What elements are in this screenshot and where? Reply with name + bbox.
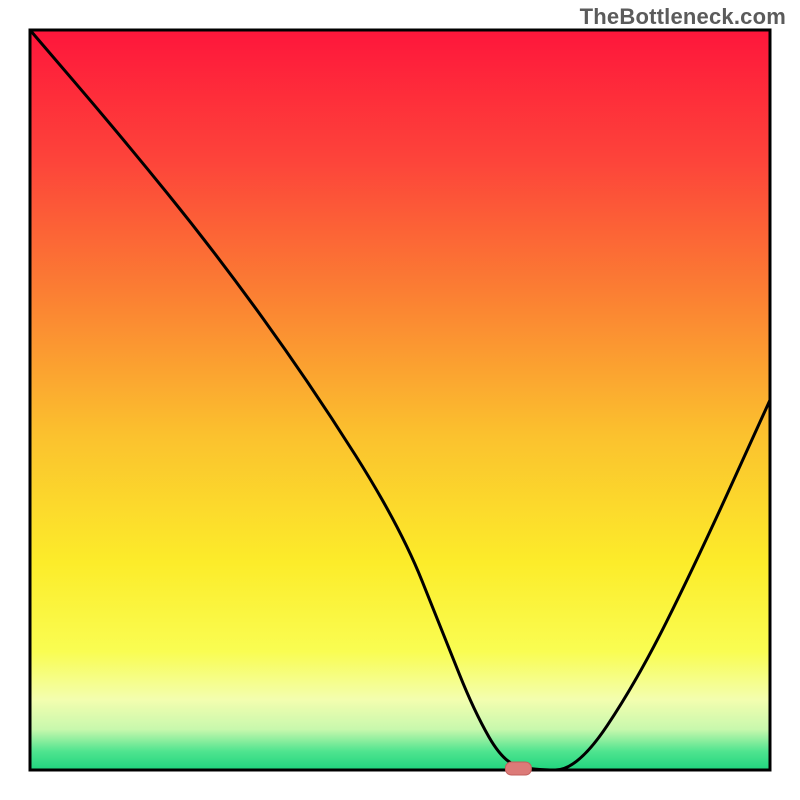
plot-background	[30, 30, 770, 770]
bottleneck-chart	[0, 0, 800, 800]
watermark-text: TheBottleneck.com	[580, 4, 786, 30]
optimal-marker	[505, 762, 531, 775]
chart-container: TheBottleneck.com	[0, 0, 800, 800]
